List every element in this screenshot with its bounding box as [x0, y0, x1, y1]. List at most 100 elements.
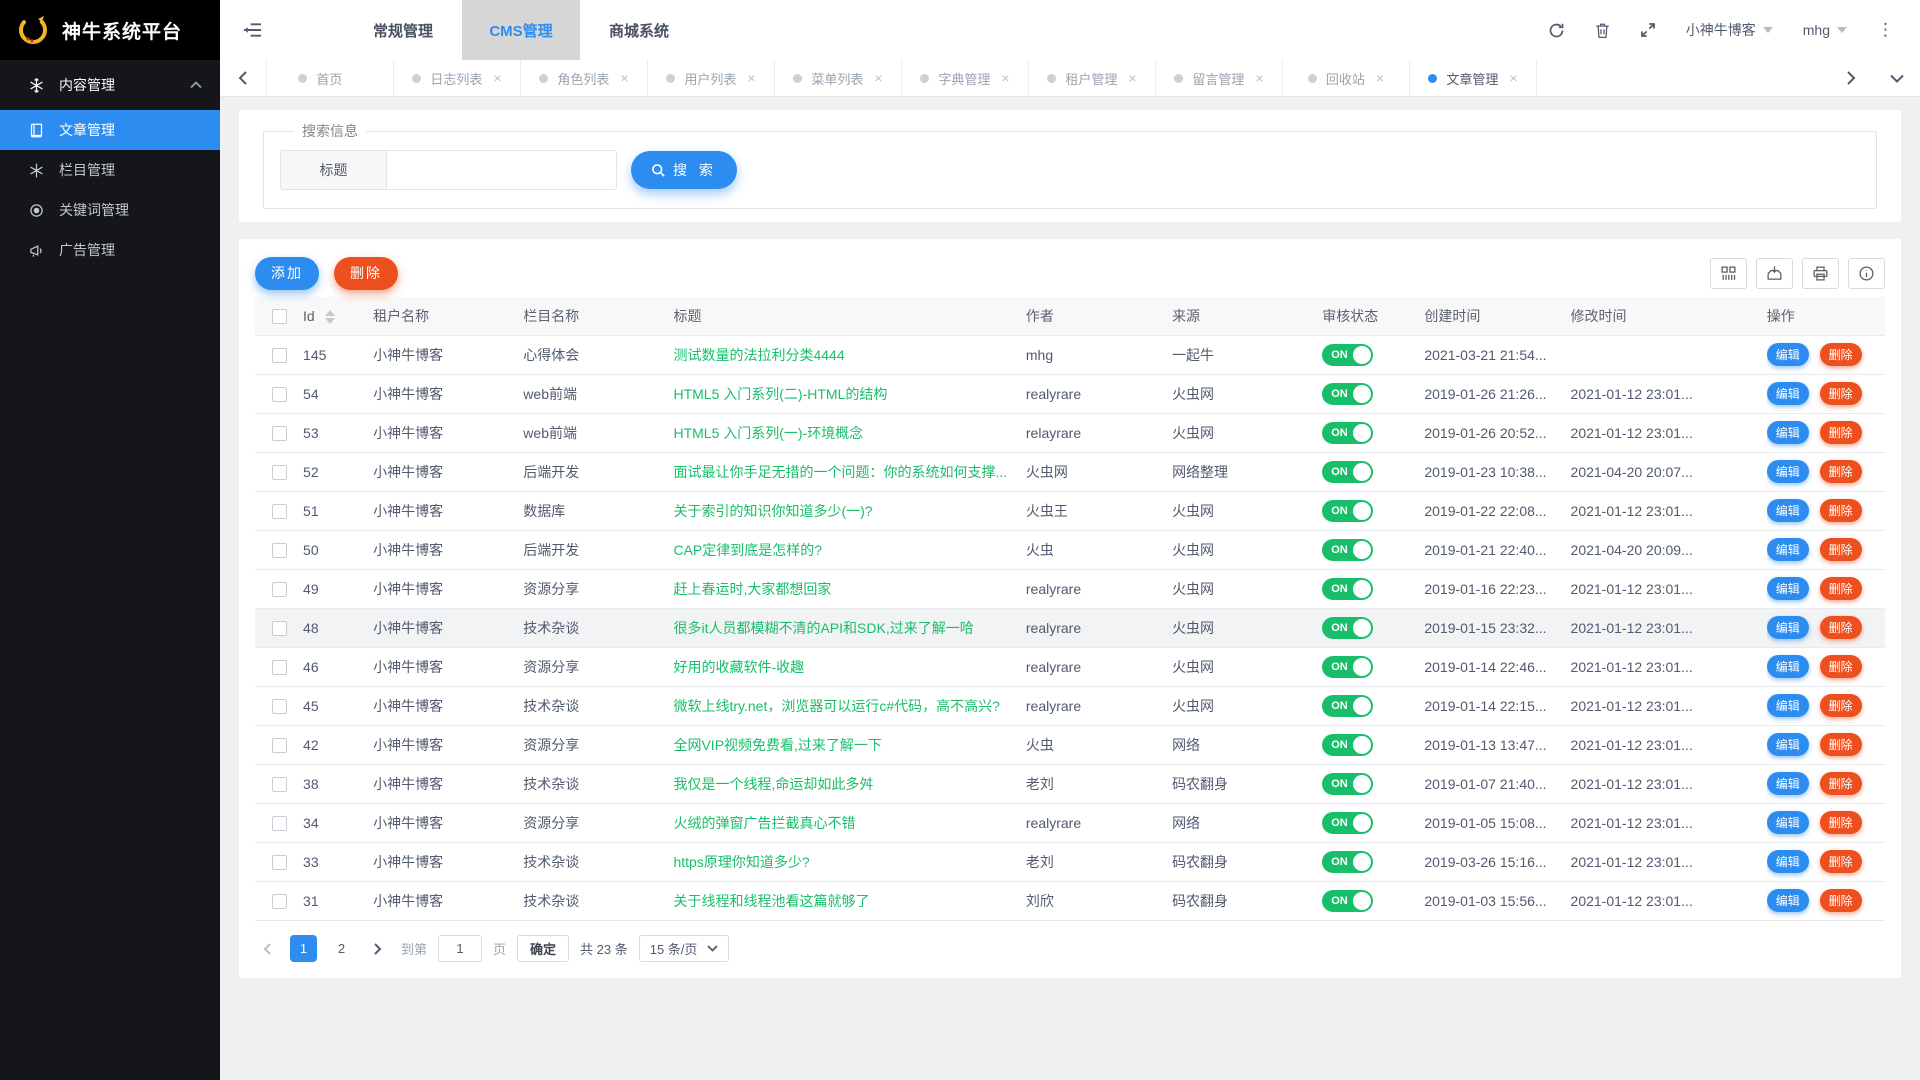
- tab-close-icon[interactable]: ×: [1509, 70, 1517, 86]
- article-title-link[interactable]: 全网VIP视频免费看,过来了解一下: [673, 737, 881, 753]
- row-edit-button[interactable]: 编辑: [1767, 343, 1809, 366]
- columns-setting-icon[interactable]: [1710, 258, 1747, 289]
- more-menu-icon[interactable]: ⋮: [1877, 20, 1894, 40]
- row-checkbox[interactable]: [272, 348, 287, 363]
- tab-close-icon[interactable]: ×: [1376, 70, 1384, 86]
- top-nav-item[interactable]: 商城系统: [580, 0, 698, 60]
- row-delete-button[interactable]: 删除: [1820, 889, 1862, 912]
- status-toggle[interactable]: ON: [1322, 383, 1373, 405]
- row-edit-button[interactable]: 编辑: [1767, 460, 1809, 483]
- page-number-button[interactable]: 1: [290, 935, 317, 962]
- sidebar-item[interactable]: 栏目管理: [0, 150, 220, 190]
- fullscreen-icon[interactable]: [1640, 22, 1656, 38]
- article-title-link[interactable]: HTML5 入门系列(二)-HTML的结构: [673, 386, 887, 402]
- article-title-link[interactable]: 火绒的弹窗广告拦截真心不错: [673, 815, 855, 831]
- goto-confirm-button[interactable]: 确定: [517, 935, 569, 962]
- row-checkbox[interactable]: [272, 465, 287, 480]
- row-edit-button[interactable]: 编辑: [1767, 850, 1809, 873]
- row-checkbox[interactable]: [272, 699, 287, 714]
- row-edit-button[interactable]: 编辑: [1767, 421, 1809, 444]
- tab[interactable]: 字典管理 ×: [902, 60, 1029, 96]
- status-toggle[interactable]: ON: [1322, 422, 1373, 444]
- row-edit-button[interactable]: 编辑: [1767, 382, 1809, 405]
- tab-close-icon[interactable]: ×: [493, 70, 501, 86]
- article-title-link[interactable]: 面试最让你手足无措的一个问题：你的系统如何支撑...: [673, 464, 1007, 480]
- tab[interactable]: 用户列表 ×: [648, 60, 775, 96]
- tab-close-icon[interactable]: ×: [747, 70, 755, 86]
- export-icon[interactable]: [1756, 258, 1793, 289]
- tabs-scroll-left-button[interactable]: [220, 60, 266, 96]
- row-delete-button[interactable]: 删除: [1820, 499, 1862, 522]
- sort-icon[interactable]: [325, 310, 335, 324]
- status-toggle[interactable]: ON: [1322, 851, 1373, 873]
- status-toggle[interactable]: ON: [1322, 617, 1373, 639]
- row-delete-button[interactable]: 删除: [1820, 343, 1862, 366]
- title-search-input[interactable]: [387, 150, 617, 190]
- row-checkbox[interactable]: [272, 504, 287, 519]
- article-title-link[interactable]: 微软上线try.net，浏览器可以运行c#代码，高不高兴?: [673, 698, 999, 714]
- row-checkbox[interactable]: [272, 543, 287, 558]
- tab[interactable]: 首页 ×: [267, 60, 394, 96]
- row-checkbox[interactable]: [272, 816, 287, 831]
- goto-page-input[interactable]: [438, 935, 482, 962]
- status-toggle[interactable]: ON: [1322, 500, 1373, 522]
- article-title-link[interactable]: 很多it人员都模糊不清的API和SDK,过来了解一哈: [673, 620, 973, 636]
- status-toggle[interactable]: ON: [1322, 344, 1373, 366]
- row-checkbox[interactable]: [272, 738, 287, 753]
- status-toggle[interactable]: ON: [1322, 578, 1373, 600]
- tab[interactable]: 文章管理 ×: [1410, 60, 1537, 96]
- row-edit-button[interactable]: 编辑: [1767, 616, 1809, 639]
- tab[interactable]: 留言管理 ×: [1156, 60, 1283, 96]
- refresh-icon[interactable]: [1548, 22, 1565, 39]
- row-delete-button[interactable]: 删除: [1820, 421, 1862, 444]
- sidebar-item[interactable]: 关键词管理: [0, 190, 220, 230]
- top-nav-item[interactable]: CMS管理: [462, 0, 580, 60]
- row-delete-button[interactable]: 删除: [1820, 460, 1862, 483]
- status-toggle[interactable]: ON: [1322, 461, 1373, 483]
- row-edit-button[interactable]: 编辑: [1767, 889, 1809, 912]
- article-title-link[interactable]: 我仅是一个线程,命运却如此多舛: [673, 776, 873, 792]
- tab-close-icon[interactable]: ×: [1255, 70, 1263, 86]
- tab-close-icon[interactable]: ×: [1001, 70, 1009, 86]
- tabs-scroll-right-button[interactable]: [1828, 60, 1874, 96]
- tab[interactable]: 菜单列表 ×: [775, 60, 902, 96]
- row-delete-button[interactable]: 删除: [1820, 850, 1862, 873]
- row-delete-button[interactable]: 删除: [1820, 694, 1862, 717]
- status-toggle[interactable]: ON: [1322, 812, 1373, 834]
- info-icon[interactable]: [1848, 258, 1885, 289]
- row-edit-button[interactable]: 编辑: [1767, 811, 1809, 834]
- sidebar-item[interactable]: 文章管理: [0, 110, 220, 150]
- user-dropdown[interactable]: mhg: [1803, 22, 1847, 38]
- next-page-button[interactable]: [366, 943, 390, 955]
- column-header-id[interactable]: Id: [303, 297, 373, 335]
- sidebar-group-content-management[interactable]: 内容管理: [0, 60, 220, 110]
- row-edit-button[interactable]: 编辑: [1767, 772, 1809, 795]
- sidebar-item[interactable]: 广告管理: [0, 230, 220, 270]
- delete-button[interactable]: 删除: [334, 257, 398, 290]
- page-number-button[interactable]: 2: [328, 935, 355, 962]
- search-button[interactable]: 搜 索: [631, 151, 737, 189]
- row-delete-button[interactable]: 删除: [1820, 577, 1862, 600]
- status-toggle[interactable]: ON: [1322, 734, 1373, 756]
- article-title-link[interactable]: 关于线程和线程池看这篇就够了: [673, 893, 869, 909]
- row-delete-button[interactable]: 删除: [1820, 772, 1862, 795]
- row-delete-button[interactable]: 删除: [1820, 733, 1862, 756]
- article-title-link[interactable]: CAP定律到底是怎样的?: [673, 542, 822, 558]
- row-edit-button[interactable]: 编辑: [1767, 694, 1809, 717]
- row-checkbox[interactable]: [272, 777, 287, 792]
- row-checkbox[interactable]: [272, 582, 287, 597]
- tab[interactable]: 租户管理 ×: [1029, 60, 1156, 96]
- print-icon[interactable]: [1802, 258, 1839, 289]
- row-delete-button[interactable]: 删除: [1820, 655, 1862, 678]
- row-checkbox[interactable]: [272, 855, 287, 870]
- article-title-link[interactable]: https原理你知道多少?: [673, 854, 809, 870]
- row-delete-button[interactable]: 删除: [1820, 538, 1862, 561]
- row-edit-button[interactable]: 编辑: [1767, 733, 1809, 756]
- tab[interactable]: 回收站 ×: [1283, 60, 1410, 96]
- row-checkbox[interactable]: [272, 387, 287, 402]
- article-title-link[interactable]: 关于索引的知识你知道多少(一)?: [673, 503, 872, 519]
- tenant-dropdown[interactable]: 小神牛博客: [1686, 20, 1773, 40]
- tab-close-icon[interactable]: ×: [1128, 70, 1136, 86]
- row-edit-button[interactable]: 编辑: [1767, 538, 1809, 561]
- select-all-checkbox[interactable]: [272, 309, 287, 324]
